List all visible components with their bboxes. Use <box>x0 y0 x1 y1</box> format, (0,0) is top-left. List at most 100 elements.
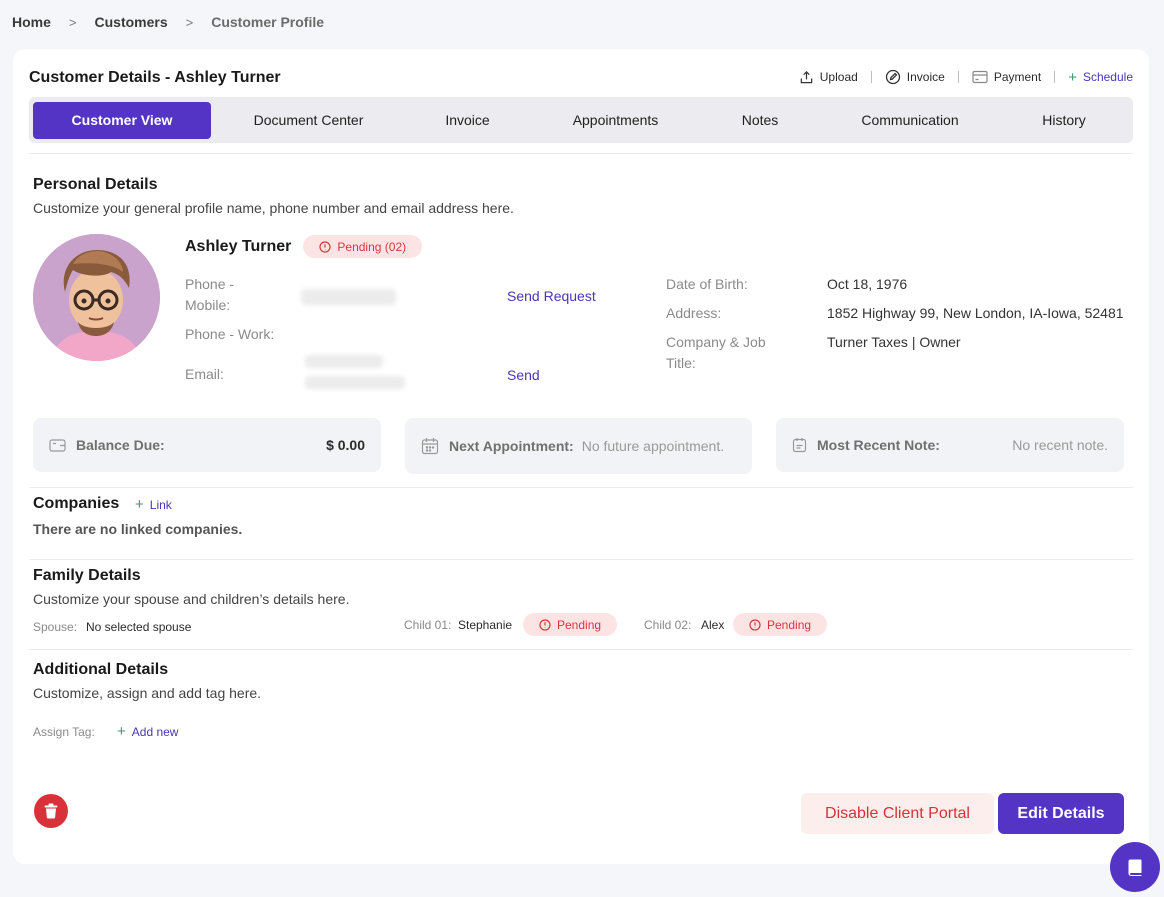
payment-label: Payment <box>993 70 1042 84</box>
schedule-label: Schedule <box>1082 70 1133 84</box>
send-request-link[interactable]: Send Request <box>507 288 596 304</box>
email-label: Email: <box>185 366 224 382</box>
assign-tag-label: Assign Tag: <box>33 725 95 739</box>
child-01-value: Stephanie <box>458 618 513 632</box>
tab-bar: Customer View Document Center Invoice Ap… <box>29 97 1133 143</box>
customer-name: Ashley Turner <box>185 237 292 255</box>
phone-work-label: Phone - Work: <box>185 326 275 342</box>
action-divider <box>1054 71 1056 83</box>
plus-icon: + <box>117 723 126 740</box>
breadcrumb-current: Customer Profile <box>211 14 325 30</box>
delete-button[interactable] <box>34 794 68 828</box>
breadcrumb-customers[interactable]: Customers <box>95 14 168 30</box>
breadcrumb: Home > Customers > Customer Profile <box>12 14 324 30</box>
book-icon <box>1128 859 1142 876</box>
additional-details-subtitle: Customize, assign and add tag here. <box>33 685 262 701</box>
company-job-label: Company & Job Title: <box>666 334 766 371</box>
tab-invoice[interactable]: Invoice <box>406 102 529 139</box>
recent-note-card: Most Recent Note: No recent note. <box>776 418 1124 472</box>
page-title: Customer Details - Ashley Turner <box>29 69 281 86</box>
link-company-button[interactable]: + Link <box>135 497 172 512</box>
calendar-icon <box>421 438 439 455</box>
tab-customer-view[interactable]: Customer View <box>33 101 211 139</box>
alert-icon <box>319 240 332 253</box>
child-01-label: Child 01: <box>404 618 452 632</box>
send-link[interactable]: Send <box>507 367 540 383</box>
customer-card: Customer Details - Ashley Turner Upload … <box>13 49 1149 864</box>
link-company-label: Link <box>149 497 172 512</box>
dob-value: Oct 18, 1976 <box>827 276 908 292</box>
personal-details-title: Personal Details <box>33 176 158 193</box>
plus-icon: + <box>135 496 144 513</box>
upload-icon <box>799 70 814 85</box>
next-appointment-card: Next Appointment: No future appointment. <box>405 418 752 474</box>
header-actions: Upload Invoice Payment + Schedule <box>799 69 1133 85</box>
schedule-button[interactable]: + Schedule <box>1068 70 1133 85</box>
company-job-value: Turner Taxes | Owner <box>827 334 961 350</box>
divider <box>29 559 1133 560</box>
pending-badge-label: Pending (02) <box>337 239 407 254</box>
balance-due-card: Balance Due: $ 0.00 <box>33 418 381 472</box>
add-tag-button[interactable]: + Add new <box>117 724 178 739</box>
child-02-label: Child 02: <box>644 618 692 632</box>
balance-due-value: $ 0.00 <box>326 437 365 453</box>
breadcrumb-separator: > <box>68 14 77 30</box>
pending-badge[interactable]: Pending (02) <box>303 235 423 258</box>
phone-mobile-value-redacted <box>301 289 396 305</box>
wallet-icon <box>49 438 66 452</box>
payment-button[interactable]: Payment <box>972 70 1041 84</box>
tab-appointments[interactable]: Appointments <box>529 102 702 139</box>
action-divider <box>957 71 959 83</box>
spouse-value: No selected spouse <box>86 620 192 634</box>
customer-name-row: Ashley Turner Pending (02) <box>185 235 423 258</box>
family-details-subtitle: Customize your spouse and children’s det… <box>33 591 350 607</box>
upload-label: Upload <box>819 70 858 84</box>
email-value-redacted <box>305 355 383 368</box>
divider <box>29 649 1133 650</box>
action-divider <box>870 71 872 83</box>
child-02-pending-badge[interactable]: Pending <box>733 613 828 636</box>
add-tag-label: Add new <box>131 724 179 739</box>
note-icon <box>792 438 807 453</box>
alert-icon <box>749 618 761 631</box>
alert-icon <box>539 618 551 631</box>
disable-client-portal-button[interactable]: Disable Client Portal <box>801 793 994 834</box>
recent-note-value: No recent note. <box>1012 437 1108 453</box>
breadcrumb-separator: > <box>185 14 194 30</box>
companies-empty-text: There are no linked companies. <box>33 521 243 537</box>
spouse-label: Spouse: <box>33 620 78 634</box>
edit-icon <box>885 69 901 85</box>
notes-fab-button[interactable] <box>1110 842 1160 892</box>
invoice-label: Invoice <box>906 70 945 84</box>
credit-card-icon <box>972 70 988 84</box>
breadcrumb-home[interactable]: Home <box>12 14 51 30</box>
avatar <box>33 234 160 361</box>
divider <box>29 153 1133 154</box>
divider <box>29 487 1133 488</box>
family-details-title: Family Details <box>33 567 141 584</box>
personal-details-subtitle: Customize your general profile name, pho… <box>33 200 514 216</box>
pending-label: Pending <box>557 617 602 632</box>
companies-title: Companies <box>33 495 120 512</box>
address-value: 1852 Highway 99, New London, IA-Iowa, 52… <box>827 305 1124 321</box>
tab-notes[interactable]: Notes <box>702 102 818 139</box>
address-label: Address: <box>666 305 722 321</box>
trash-icon <box>44 803 58 819</box>
tab-history[interactable]: History <box>1002 102 1126 139</box>
balance-due-label: Balance Due: <box>76 437 165 453</box>
tab-communication[interactable]: Communication <box>818 102 1002 139</box>
next-appointment-value: No future appointment. <box>581 438 725 454</box>
invoice-button[interactable]: Invoice <box>885 69 945 85</box>
child-01-pending-badge[interactable]: Pending <box>523 613 618 636</box>
additional-details-title: Additional Details <box>33 661 169 678</box>
plus-icon: + <box>1068 68 1077 86</box>
email-value-redacted <box>305 376 405 389</box>
phone-mobile-label: Phone - Mobile: <box>185 276 235 313</box>
edit-details-button[interactable]: Edit Details <box>998 793 1124 834</box>
pending-label: Pending <box>767 617 812 632</box>
tab-document-center[interactable]: Document Center <box>211 102 406 139</box>
next-appointment-label: Next Appointment: <box>449 438 574 454</box>
upload-button[interactable]: Upload <box>799 70 858 85</box>
dob-label: Date of Birth: <box>666 276 748 292</box>
recent-note-label: Most Recent Note: <box>817 437 940 453</box>
